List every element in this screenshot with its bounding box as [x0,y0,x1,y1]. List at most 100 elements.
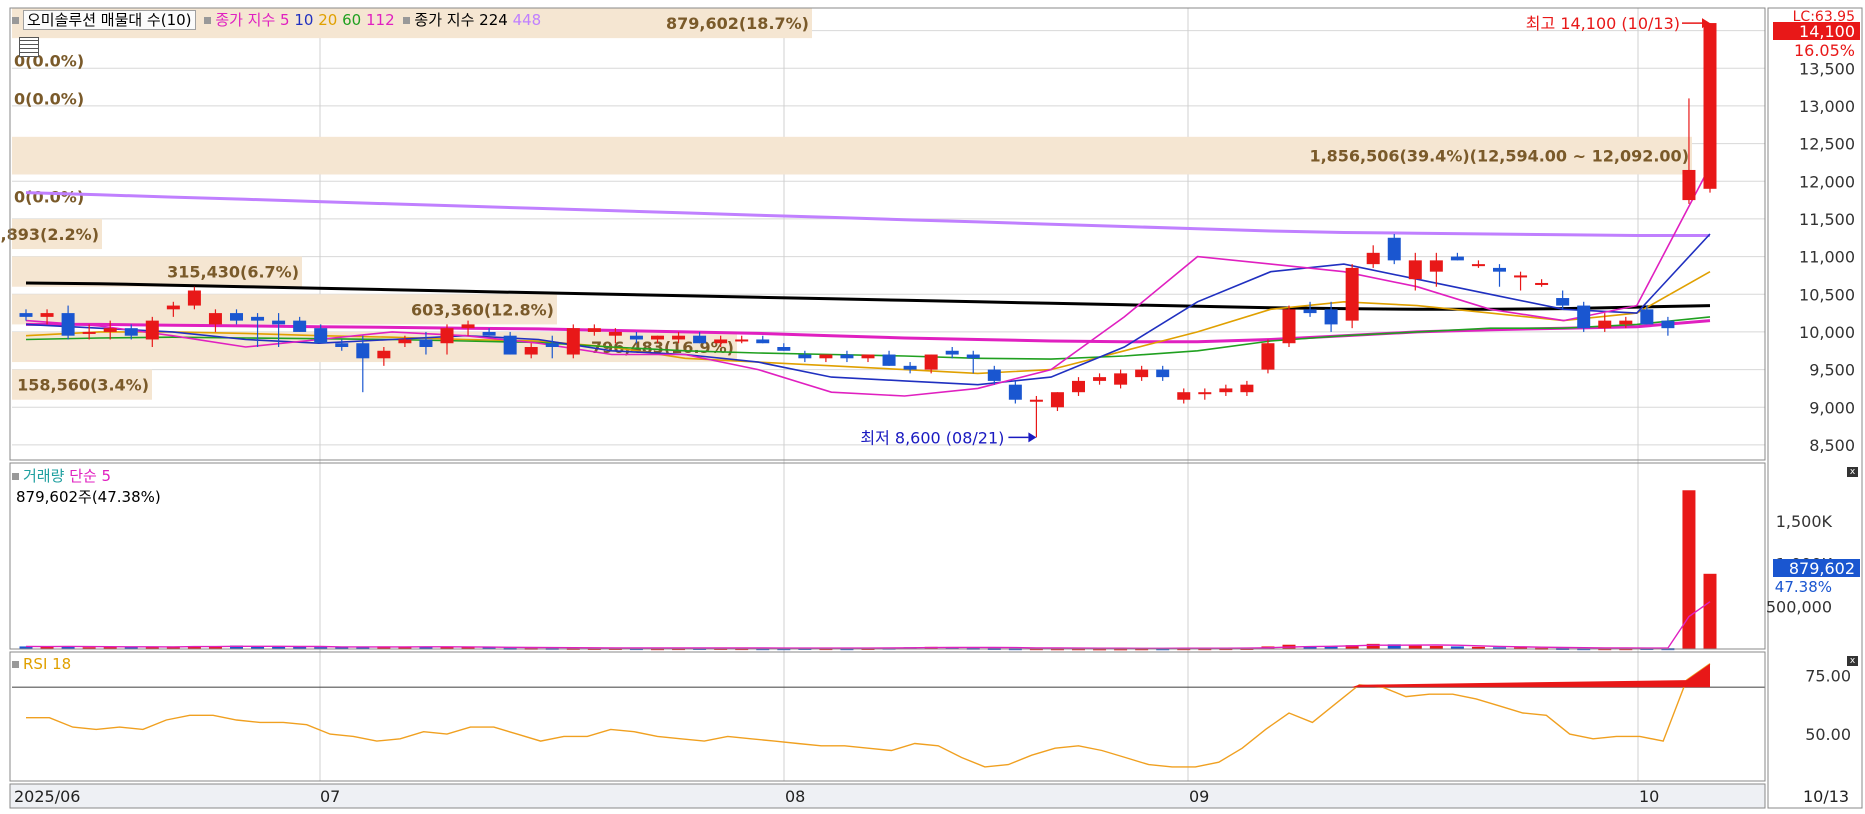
candle-body [1114,373,1128,385]
candle-body [524,347,538,355]
price-axis-label: 10,000 [1799,323,1855,342]
candle-body [19,313,33,317]
price-axis-label: 9,500 [1809,361,1855,380]
candle-body [566,328,580,355]
candle-body [1072,380,1085,393]
candle-body [840,354,854,359]
price-axis-label: 13,500 [1799,59,1855,78]
candle-body [1135,369,1149,378]
legend-ma448[interactable]: 448 [513,11,542,29]
candle-body [545,343,559,347]
candle-body [651,335,664,340]
candle-body [1303,309,1317,314]
candle-body [1198,392,1212,395]
table-grid-icon[interactable] [19,37,39,57]
volume-bar [1682,490,1696,649]
legend-ma112[interactable]: 112 [366,11,395,29]
candle-body [208,313,222,325]
candle-body [1556,298,1570,306]
candle-body [1240,384,1254,393]
candle-body [987,369,1001,381]
legend-volume-ma5[interactable]: 단순 5 [69,467,111,485]
candle-body [440,328,454,344]
candle-body [1029,399,1043,402]
candle-body [1450,256,1464,261]
candle-body [1408,260,1422,280]
candle-body [903,365,917,370]
x-axis-current-date: 10/13 [1803,787,1849,806]
legend-ma60[interactable]: 60 [342,11,361,29]
candle-body [293,320,307,332]
volume-profile-label: 0(0.0%) [14,89,84,108]
candle-body [777,347,791,351]
volume-bar [1408,645,1422,649]
candle-body [103,328,117,332]
candle-body [1429,260,1443,272]
candle-body [798,354,812,359]
candle-body [398,339,412,344]
candle-body [1324,309,1338,325]
volume-profile-label: 879,602(18.7%) [666,14,809,33]
volume-axis-label: 500,000 [1766,597,1832,616]
candle-body [272,320,286,325]
candle-body [1261,343,1275,370]
candle-body [1008,384,1022,400]
candle-body [693,335,707,344]
candle-body [819,354,833,359]
x-axis-label: 10 [1639,787,1659,806]
legend-square-icon [403,16,411,24]
legend-ma224[interactable]: 종가 지수 224 [414,11,507,29]
price-axis-label: 11,000 [1799,248,1855,267]
candle-body [314,328,328,344]
candle-body [166,305,180,310]
candle-body [945,350,959,355]
candle-body [356,343,370,359]
volume-profile-label: 603,360(12.8%) [411,300,554,319]
volume-current-tag: 879,602 [1789,559,1855,578]
candle-body [756,339,770,344]
high-price-annotation: 최고 14,100 (10/13) [1526,14,1680,33]
current-price-tag: 14,100 [1799,22,1855,41]
price-axis-label: 12,500 [1799,135,1855,154]
candle-body [61,313,75,336]
candle-body [1640,309,1654,325]
low-price-annotation: 최저 8,600 (08/21) [860,428,1004,447]
candle-body [1619,320,1633,325]
candle-body [1535,282,1549,285]
candle-body [419,339,433,347]
candle-body [1050,392,1064,408]
candle-body [1703,23,1717,189]
volume-profile-label: 0(0.0%) [14,187,84,206]
candle-body [1345,267,1359,321]
volume-profile-label: 1,856,506(39.4%)(12,594.00 ~ 12,092.00) [1309,147,1689,166]
candle-body [40,313,54,317]
candle-body [377,350,391,359]
legend-volume[interactable]: 거래량 [23,467,64,485]
legend-rsi[interactable]: RSI 18 [23,655,71,673]
price-axis-label: 11,500 [1799,210,1855,229]
candle-body [587,328,601,332]
price-axis-label: 10,500 [1799,285,1855,304]
rsi-panel-close-icon[interactable]: x [1847,656,1858,666]
volume-panel-close-icon[interactable]: x [1847,467,1858,477]
legend-ma10[interactable]: 10 [294,11,313,29]
volume-axis-label: 1,500K [1776,512,1833,531]
price-axis-label: 13,000 [1799,97,1855,116]
candle-body [145,320,159,340]
legend-ma20[interactable]: 20 [318,11,337,29]
candle-body [124,328,138,336]
candle-body [861,354,875,359]
legend-ma5[interactable]: 종가 지수 5 [215,11,289,29]
candle-body [1282,309,1296,344]
price-axis-label: 16.05% [1794,41,1855,60]
candle-body [882,354,896,366]
volume-legend: 거래량 단순 5 [8,465,111,486]
rsi-axis-label: 50.00 [1805,725,1851,744]
volume-current-pct: 47.38% [1775,578,1832,596]
volume-bar [1703,573,1717,649]
volume-profile-label: 101,893(2.2%) [0,225,99,244]
candle-body [482,331,496,336]
candle-body [1366,252,1380,265]
legend-volume-profile[interactable]: 오미솔루션 매물대 수(10) [23,10,196,30]
candle-body [1493,267,1506,272]
